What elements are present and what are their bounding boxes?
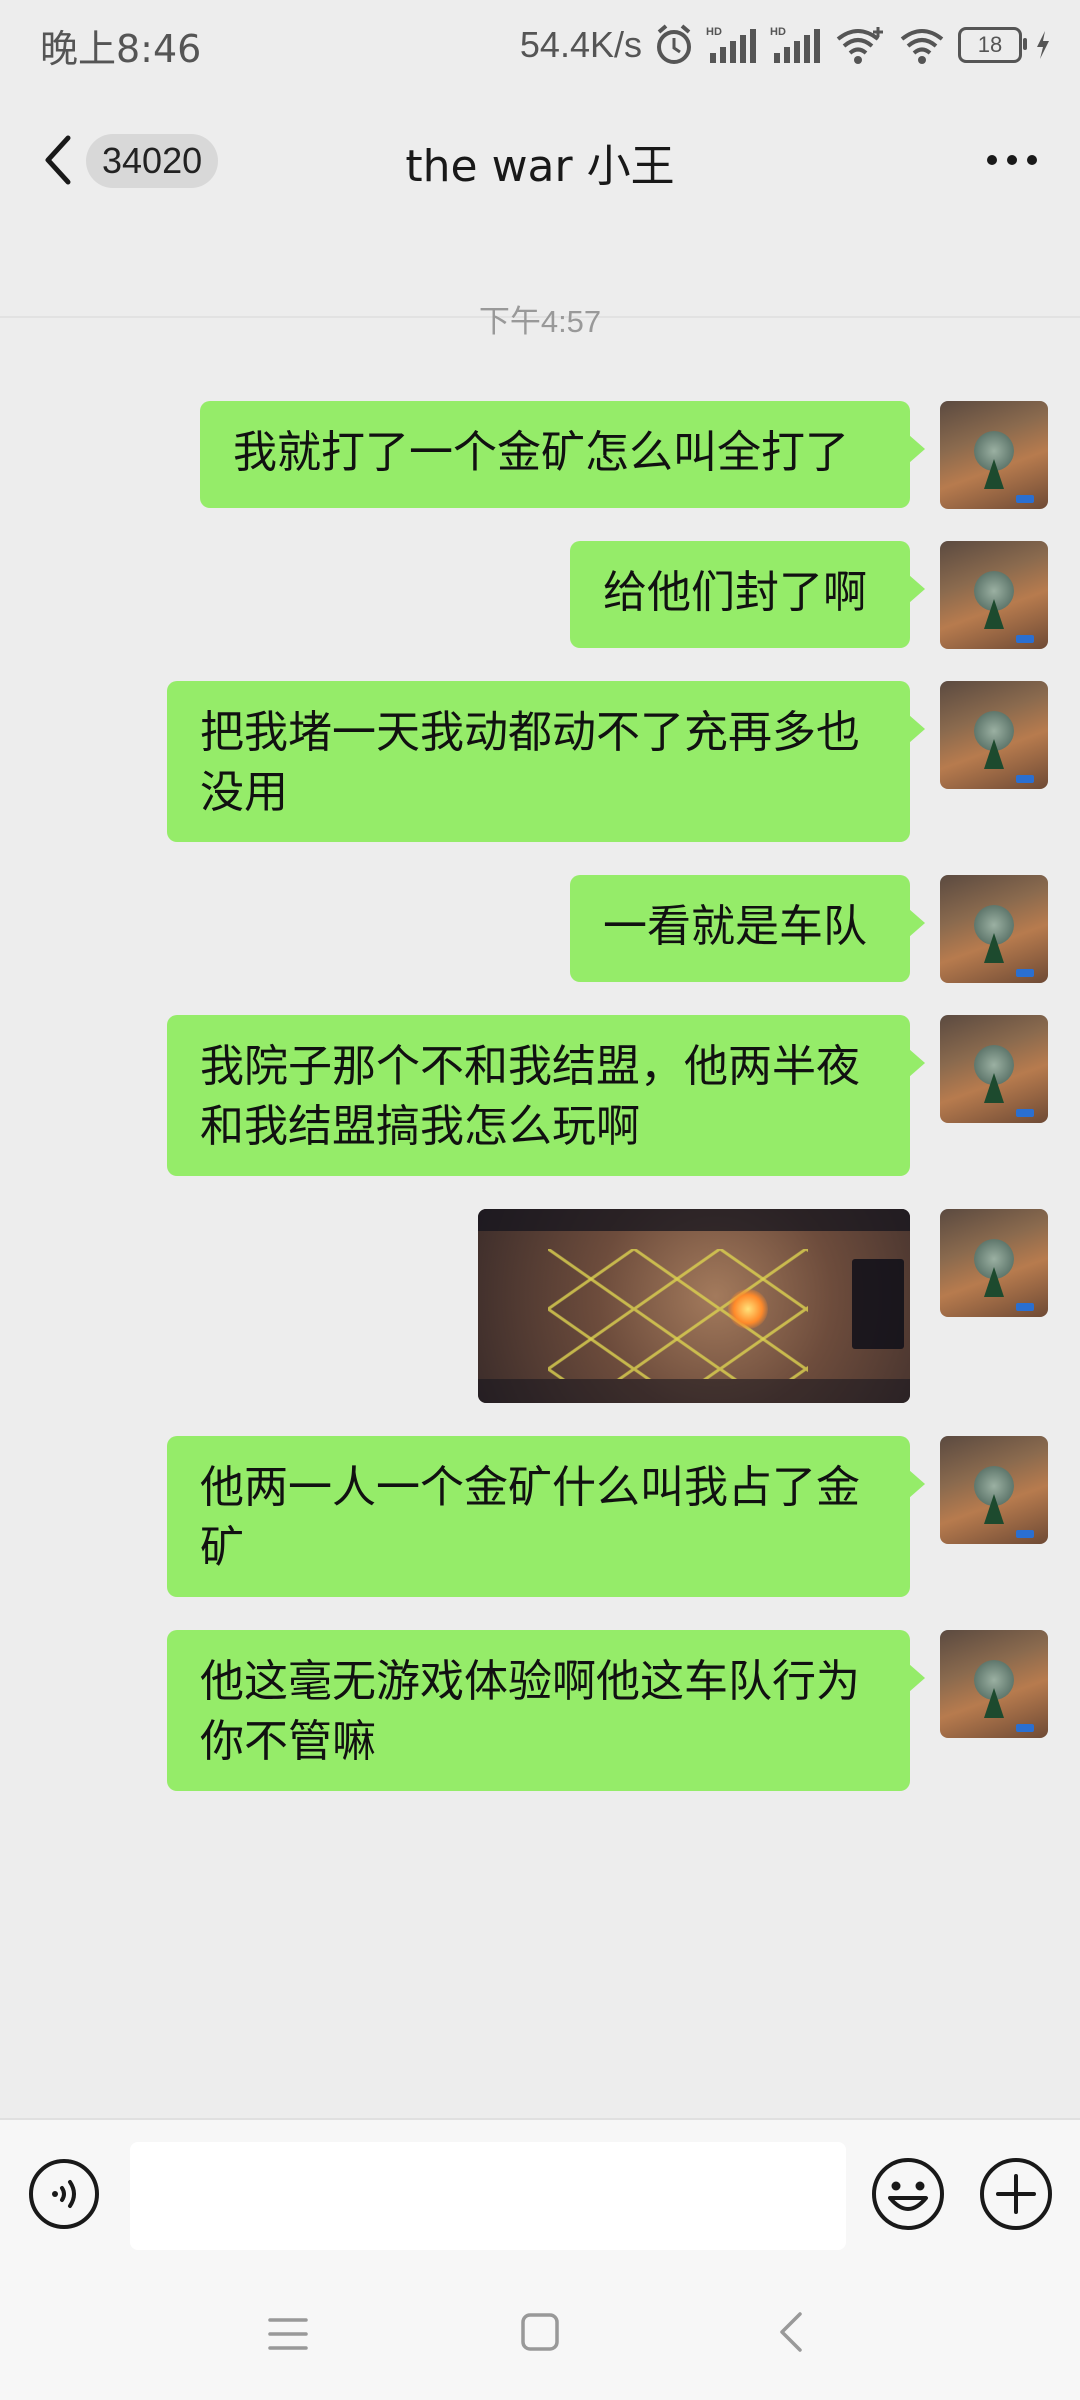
network-speed: 54.4K/s: [519, 24, 642, 65]
message-bubble[interactable]: 一看就是车队: [570, 875, 925, 982]
message-bubble[interactable]: 给他们封了啊: [570, 541, 925, 648]
system-nav-bar: [0, 2276, 1080, 2400]
alarm-icon: [657, 24, 691, 64]
signal-hd-icon: HD: [706, 26, 756, 63]
message-bubble[interactable]: 他这毫无游戏体验啊他这车队行为你不管嘛: [167, 1630, 925, 1791]
message-timestamp: 下午4:57: [478, 304, 602, 339]
game-map-grid: [548, 1249, 808, 1379]
message-input[interactable]: [130, 2142, 846, 2250]
avatar[interactable]: [940, 541, 1048, 649]
wifi-icon: [900, 29, 944, 64]
nav-back-icon[interactable]: [772, 2308, 812, 2356]
avatar[interactable]: [940, 1015, 1048, 1123]
status-bar: 晚上8:46 54.4K/s HD HD 18: [0, 0, 1080, 90]
status-icons: 54.4K/s HD HD 18: [520, 20, 1052, 70]
avatar[interactable]: [940, 1436, 1048, 1544]
more-options-icon[interactable]: [984, 140, 1040, 180]
svg-text:HD: HD: [770, 26, 786, 38]
message-bubble[interactable]: 他两一人一个金矿什么叫我占了金矿: [167, 1436, 925, 1597]
home-icon[interactable]: [518, 2310, 562, 2354]
game-side-panel: [852, 1259, 904, 1349]
message-bubble[interactable]: 我院子那个不和我结盟，他两半夜和我结盟搞我怎么玩啊: [167, 1015, 925, 1176]
game-explosion: [728, 1289, 768, 1329]
message-bubble[interactable]: 我就打了一个金矿怎么叫全打了: [200, 401, 925, 508]
voice-input-icon[interactable]: [28, 2158, 100, 2230]
battery-icon: 18: [958, 27, 1027, 63]
signal-hd-icon-2: HD: [770, 26, 820, 63]
wifi-plus-icon: [836, 27, 883, 64]
chat-title: the war 小王: [405, 141, 675, 192]
chat-header: 34020 the war 小王: [0, 90, 1080, 318]
svg-text:HD: HD: [706, 26, 722, 38]
input-bar: [0, 2118, 1080, 2278]
message-bubble[interactable]: 把我堵一天我动都动不了充再多也没用: [167, 681, 925, 842]
avatar[interactable]: [940, 875, 1048, 983]
image-message[interactable]: [478, 1209, 910, 1403]
avatar[interactable]: [940, 681, 1048, 789]
status-time: 晚上8:46: [40, 27, 202, 71]
menu-icon[interactable]: [266, 2312, 310, 2356]
game-hud-bottom: [478, 1379, 910, 1403]
avatar[interactable]: [940, 1630, 1048, 1738]
add-more-icon[interactable]: [978, 2156, 1054, 2232]
game-hud-top: [478, 1209, 910, 1231]
charging-icon: [1037, 31, 1049, 59]
emoji-icon[interactable]: [870, 2156, 946, 2232]
avatar[interactable]: [940, 401, 1048, 509]
avatar[interactable]: [940, 1209, 1048, 1317]
